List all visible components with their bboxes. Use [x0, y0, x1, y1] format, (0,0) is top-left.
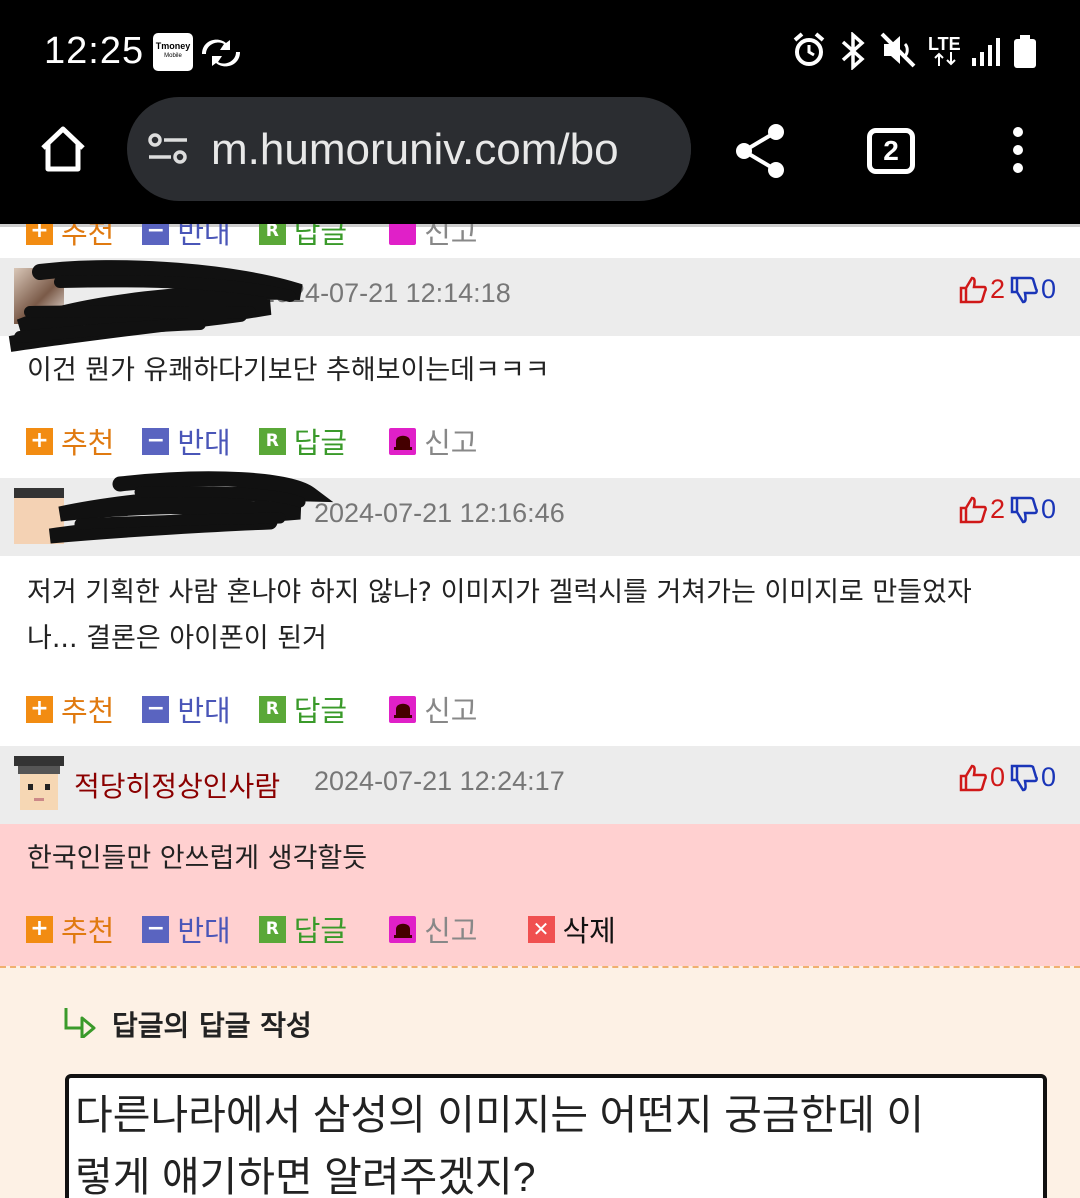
comment-text: 한국인들만 안쓰럽게 생각할듯	[27, 843, 368, 874]
reply-button[interactable]: R 답글	[258, 908, 347, 950]
minus-icon: −	[142, 695, 170, 723]
minus-icon: −	[142, 915, 170, 943]
home-icon[interactable]	[38, 124, 88, 174]
siren-icon	[389, 224, 417, 245]
status-clock: 12:25	[44, 30, 145, 72]
comment-list: + 추천 − 반대 R 답글 신고 2024-07-21 12:14:18 2 0 이…	[0, 224, 1080, 1198]
reply-arrow-icon	[64, 1008, 96, 1038]
site-settings-icon[interactable]	[147, 131, 189, 167]
signal-icon	[972, 38, 1000, 66]
reply-form: 답글의 답글 작성 다른나라에서 삼성의 이미지는 어떤지 궁금한데 이 렇게 …	[0, 966, 1080, 1198]
plus-icon: +	[26, 427, 53, 455]
tmoney-icon: Tmoney Mobile	[153, 33, 193, 71]
alarm-icon	[793, 32, 825, 66]
oppose-button[interactable]: − 반대	[142, 224, 231, 252]
thumbs-down-icon	[1010, 276, 1038, 303]
reply-icon: R	[258, 427, 286, 455]
comment-actions: + 추천 − 반대 R 답글 신고	[26, 420, 506, 462]
report-button[interactable]: 신고	[389, 688, 478, 730]
siren-icon	[389, 695, 417, 723]
comment-text: 이건 뭔가 유쾌하다기보단 추해보이는데ㅋㅋㅋ	[27, 355, 550, 386]
comment-actions-partial: + 추천 − 반대 R 답글 신고	[26, 224, 506, 252]
comment-nickname[interactable]: 적당히정상인사람	[74, 765, 280, 805]
close-icon: ✕	[527, 915, 555, 943]
thumbs-down-icon	[1010, 764, 1038, 791]
thumbs-up-icon	[959, 764, 987, 791]
report-button[interactable]: 신고	[389, 224, 478, 252]
comment-header: 적당히정상인사람 2024-07-21 12:24:17 0 0	[0, 746, 1080, 824]
delete-button[interactable]: ✕ 삭제	[527, 908, 616, 950]
browser-toolbar: m.humoruniv.com/bo 2	[0, 97, 1080, 224]
reply-button[interactable]: R 답글	[258, 688, 347, 730]
battery-icon	[1014, 35, 1036, 68]
address-bar[interactable]: m.humoruniv.com/bo	[127, 97, 691, 201]
redaction-scribble	[48, 471, 334, 544]
thumbs-up-icon	[959, 496, 987, 523]
sync-cloud-icon	[202, 39, 240, 67]
url-text[interactable]: m.humoruniv.com/bo	[211, 125, 619, 175]
data-arrows-icon	[934, 52, 956, 66]
share-icon[interactable]	[734, 122, 788, 180]
comment-date: 2024-07-21 12:16:46	[314, 498, 565, 528]
report-button[interactable]: 신고	[389, 908, 478, 950]
recommend-button[interactable]: + 추천	[26, 420, 114, 462]
minus-icon: −	[142, 224, 170, 245]
thumbs-down-icon	[1010, 496, 1038, 523]
vote-counts: 2 0	[958, 274, 1056, 305]
reply-button[interactable]: R 답글	[258, 224, 347, 252]
mute-icon	[880, 32, 916, 68]
thumbs-up-icon	[959, 276, 987, 303]
avatar	[14, 756, 64, 812]
reply-icon: R	[258, 224, 286, 245]
redaction-scribble	[8, 260, 303, 352]
reply-form-title: 답글의 답글 작성	[112, 1009, 312, 1042]
reply-button[interactable]: R 답글	[258, 420, 347, 462]
report-button[interactable]: 신고	[389, 420, 478, 462]
recommend-button[interactable]: + 추천	[26, 908, 114, 950]
plus-icon: +	[26, 695, 53, 723]
plus-icon: +	[26, 224, 53, 245]
oppose-button[interactable]: − 반대	[142, 688, 231, 730]
plus-icon: +	[26, 915, 53, 943]
comment-text: 저거 기획한 사람 혼나야 하지 않나? 이미지가 겔럭시를 거쳐가는 이미지로…	[27, 577, 972, 654]
reply-icon: R	[258, 915, 286, 943]
reply-icon: R	[258, 695, 286, 723]
recommend-button[interactable]: + 추천	[26, 224, 114, 252]
oppose-button[interactable]: − 반대	[142, 420, 231, 462]
comment-actions: + 추천 − 반대 R 답글 신고 ✕ 삭제	[26, 908, 644, 950]
comment-actions: + 추천 − 반대 R 답글 신고	[26, 688, 506, 730]
tab-switcher-button[interactable]: 2	[867, 128, 915, 174]
comment-date: 2024-07-21 12:24:17	[314, 766, 565, 796]
vote-counts: 2 0	[958, 494, 1056, 525]
reply-textarea[interactable]: 다른나라에서 삼성의 이미지는 어떤지 궁금한데 이 렇게 얘기하면 알려주겠지…	[65, 1074, 1047, 1198]
bluetooth-icon	[841, 32, 865, 70]
vote-counts: 0 0	[958, 762, 1056, 793]
siren-icon	[389, 915, 417, 943]
more-menu-icon[interactable]	[1008, 126, 1028, 174]
oppose-button[interactable]: − 반대	[142, 908, 231, 950]
siren-icon	[389, 427, 417, 455]
minus-icon: −	[142, 427, 170, 455]
status-bar: 12:25 Tmoney Mobile LTE	[0, 0, 1080, 100]
recommend-button[interactable]: + 추천	[26, 688, 114, 730]
